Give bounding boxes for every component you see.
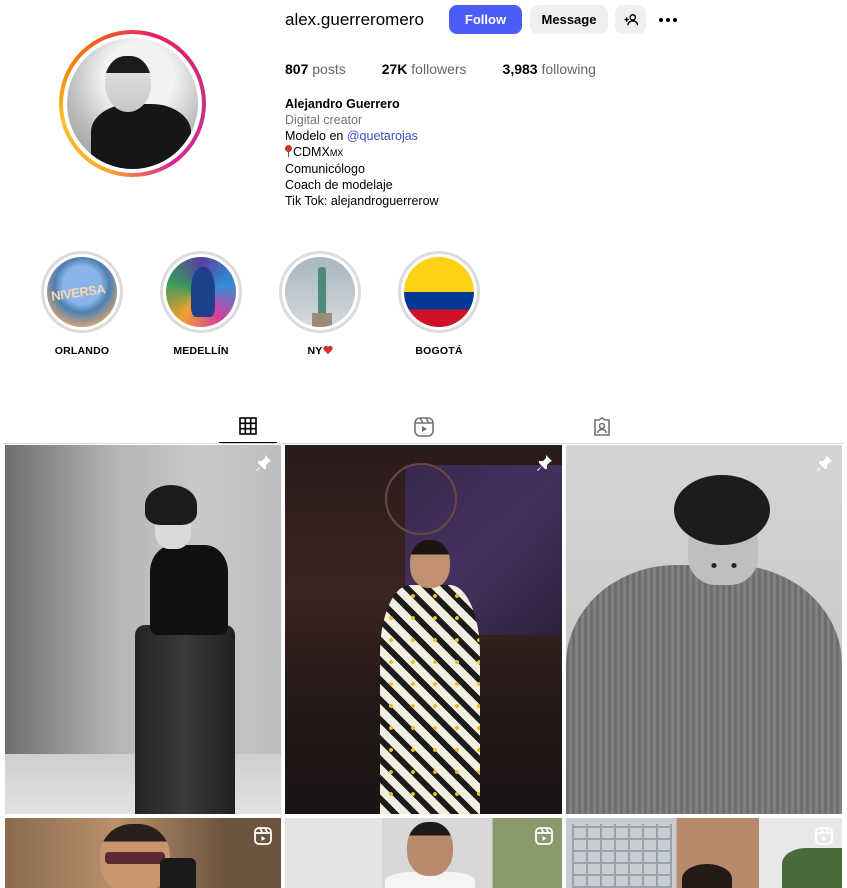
tab-tagged[interactable] [573,410,631,443]
bio-location-text: CDMX [293,145,330,159]
pinned-icon [537,455,552,471]
bio-line-modelo: Modelo en @quetarojas [285,128,439,144]
post-image-part [380,585,480,814]
post-image-part [407,822,453,876]
following-count: 3,983 [502,61,538,77]
post-image-part [674,475,770,545]
reel-icon [535,827,553,845]
location-pin-icon [285,145,292,157]
pinned-icon [256,455,271,471]
highlight-image [285,257,355,327]
profile-stats: 807 posts 27K followers 3,983 following [285,61,632,77]
post-image-part [782,848,842,888]
avatar-photo [67,38,198,169]
post-image-part [145,485,197,525]
highlight-label: ORLANDO [54,345,110,357]
suggested-accounts-button[interactable] [615,5,646,34]
tabs-divider [4,443,844,444]
message-button[interactable]: Message [530,5,608,34]
highlight-bogota[interactable]: BOGOTÁ [398,251,480,357]
followers-count: 27K [381,61,408,77]
bio-line-location: CDMXMX [285,144,439,161]
avatar-inner [63,34,202,173]
bio-line-4: Coach de modelaje [285,178,393,192]
post-tile[interactable] [5,445,281,814]
post-tile[interactable] [566,818,842,888]
post-tile[interactable] [285,445,562,814]
highlight-medellin[interactable]: MEDELLÍN [160,251,242,357]
post-image-part [566,565,842,814]
tab-posts[interactable] [219,410,277,443]
post-image-part [150,545,228,635]
bio-line-5: Tik Tok: alejandroguerrerow [285,194,439,208]
highlight-image-text: NIVERSA [50,281,107,304]
statue-shape [318,267,326,317]
profile-username: alex.guerreromero [285,10,424,29]
bio-line-prefix: Modelo en [285,129,347,143]
tagged-icon [594,416,610,436]
post-image-part [105,852,165,864]
reels-icon [414,416,434,437]
highlight-label: BOGOTÁ [415,345,463,357]
post-tile[interactable] [5,818,281,888]
bio-line-3: Comunicólogo [285,162,365,176]
followers-label: followers [411,61,467,77]
statue-base [312,313,332,327]
highlight-ny[interactable]: NY [279,251,361,357]
reel-icon [815,827,833,845]
bio-mention-link[interactable]: @quetarojas [347,129,418,143]
profile-avatar[interactable] [59,30,206,177]
post-image-part [572,824,672,888]
post-image-part [385,463,457,535]
highlight-ring: NIVERSA [41,251,123,333]
highlight-image [166,257,236,327]
following-stat[interactable]: 3,983 following [503,61,596,77]
posts-count: 807 [285,61,309,77]
highlight-label: MEDELLÍN [173,345,229,357]
highlight-orlando[interactable]: NIVERSA ORLANDO [41,251,123,357]
add-person-icon [623,13,638,25]
posts-stat[interactable]: 807 posts [285,61,346,77]
highlight-label-text: NY [307,345,323,357]
post-image-part [410,540,450,588]
post-image-part [682,864,732,888]
post-image-part [704,563,744,568]
highlight-ring [279,251,361,333]
post-image-part [135,625,235,814]
following-label: following [541,61,596,77]
posts-label: posts [312,61,346,77]
bio-category: Digital creator [285,113,363,127]
highlight-ring [398,251,480,333]
highlight-image: NIVERSA [47,257,117,327]
posts-grid-icon [239,417,257,435]
post-tile[interactable] [566,445,842,814]
bio-location-suffix: MX [329,148,344,158]
more-options-icon[interactable] [657,10,679,30]
avatar-body [91,104,191,169]
highlight-ring [160,251,242,333]
post-tile[interactable] [285,818,562,888]
highlight-image [404,257,474,327]
profile-bio: Alejandro Guerrero Digital creator Model… [285,96,439,209]
pinned-icon [817,455,832,471]
post-image-part [160,858,196,888]
follow-button[interactable]: Follow [449,5,522,34]
followers-stat[interactable]: 27K followers [382,61,467,77]
avatar-head [105,56,151,112]
highlight-label: NY [279,345,361,357]
reel-icon [254,827,272,845]
tab-reels[interactable] [395,410,453,443]
heart-icon [323,346,333,355]
mural-figure [191,267,215,317]
bio-name: Alejandro Guerrero [285,97,400,111]
